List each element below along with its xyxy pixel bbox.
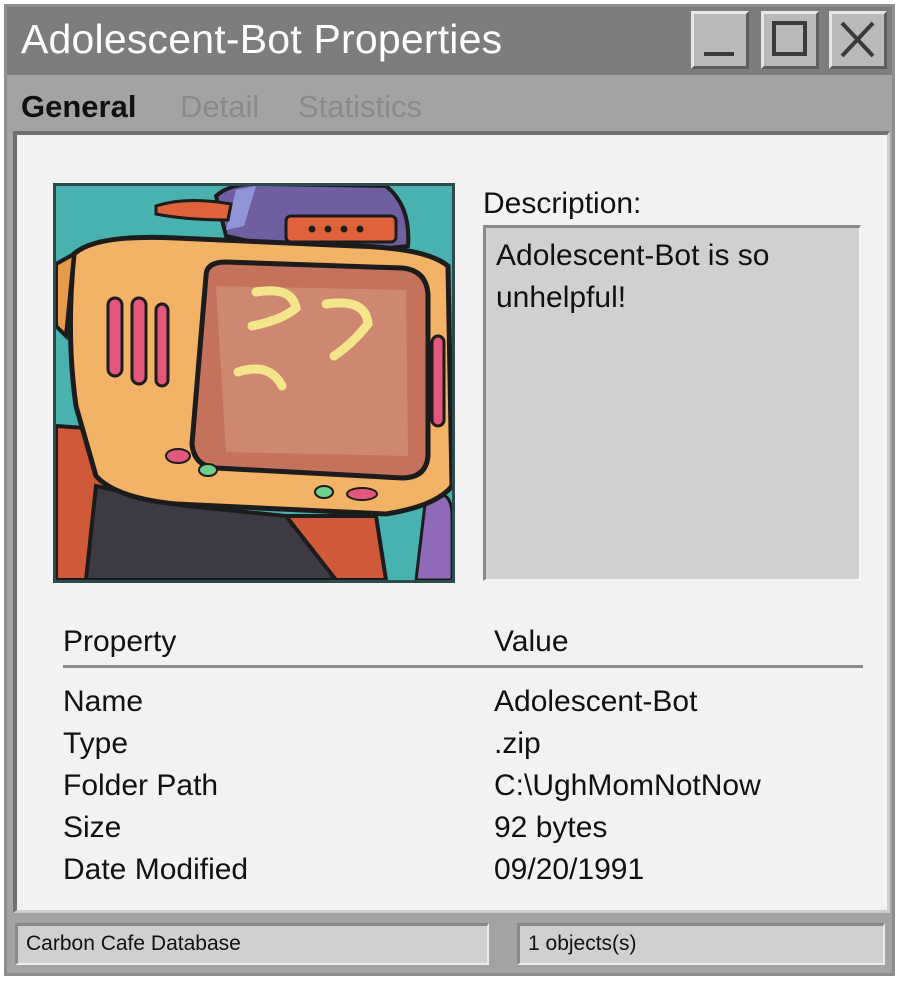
header-value: Value — [494, 625, 569, 658]
maximize-button[interactable] — [761, 11, 819, 69]
robot-illustration — [56, 186, 452, 580]
table-row: Type .zip — [17, 727, 894, 769]
property-name-label: Name — [63, 685, 144, 718]
header-property: Property — [63, 625, 177, 658]
status-bar: Carbon Cafe Database 1 objects(s) — [7, 917, 892, 973]
table-row: Name Adolescent-Bot — [17, 685, 894, 727]
status-object-count: 1 objects(s) — [517, 923, 885, 965]
tab-bar: General Detail Statistics — [7, 75, 892, 129]
property-name-value: Adolescent-Bot — [494, 685, 698, 718]
title-bar[interactable]: Adolescent-Bot Properties — [7, 7, 892, 75]
general-panel: Description: Adolescent-Bot is so unhelp… — [13, 131, 890, 913]
property-folder-path-value: C:\UghMomNotNow — [494, 769, 761, 802]
property-date-modified-label: Date Modified — [63, 853, 249, 886]
table-row: Folder Path C:\UghMomNotNow — [17, 769, 894, 811]
tab-general[interactable]: General — [21, 89, 136, 125]
minimize-button[interactable] — [691, 11, 749, 69]
property-size-value: 92 bytes — [494, 811, 608, 844]
description-label: Description: — [483, 187, 642, 220]
tab-detail[interactable]: Detail — [180, 89, 259, 125]
property-type-value: .zip — [494, 727, 541, 760]
close-button[interactable] — [829, 11, 887, 69]
minimize-icon — [704, 52, 734, 56]
file-thumbnail — [53, 183, 455, 583]
tab-statistics[interactable]: Statistics — [298, 89, 422, 125]
window-title: Adolescent-Bot Properties — [21, 16, 503, 62]
table-row: Size 92 bytes — [17, 811, 894, 853]
property-size-label: Size — [63, 811, 122, 844]
close-icon — [840, 21, 875, 58]
properties-window: Adolescent-Bot Properties General Detail… — [4, 4, 895, 976]
header-divider — [63, 665, 863, 668]
description-field[interactable]: Adolescent-Bot is so unhelpful! — [483, 225, 861, 581]
table-row: Date Modified 09/20/1991 — [17, 853, 894, 895]
property-folder-path-label: Folder Path — [63, 769, 219, 802]
property-type-label: Type — [63, 727, 129, 760]
property-date-modified-value: 09/20/1991 — [494, 853, 645, 886]
status-source: Carbon Cafe Database — [15, 923, 489, 965]
maximize-icon — [772, 21, 807, 56]
